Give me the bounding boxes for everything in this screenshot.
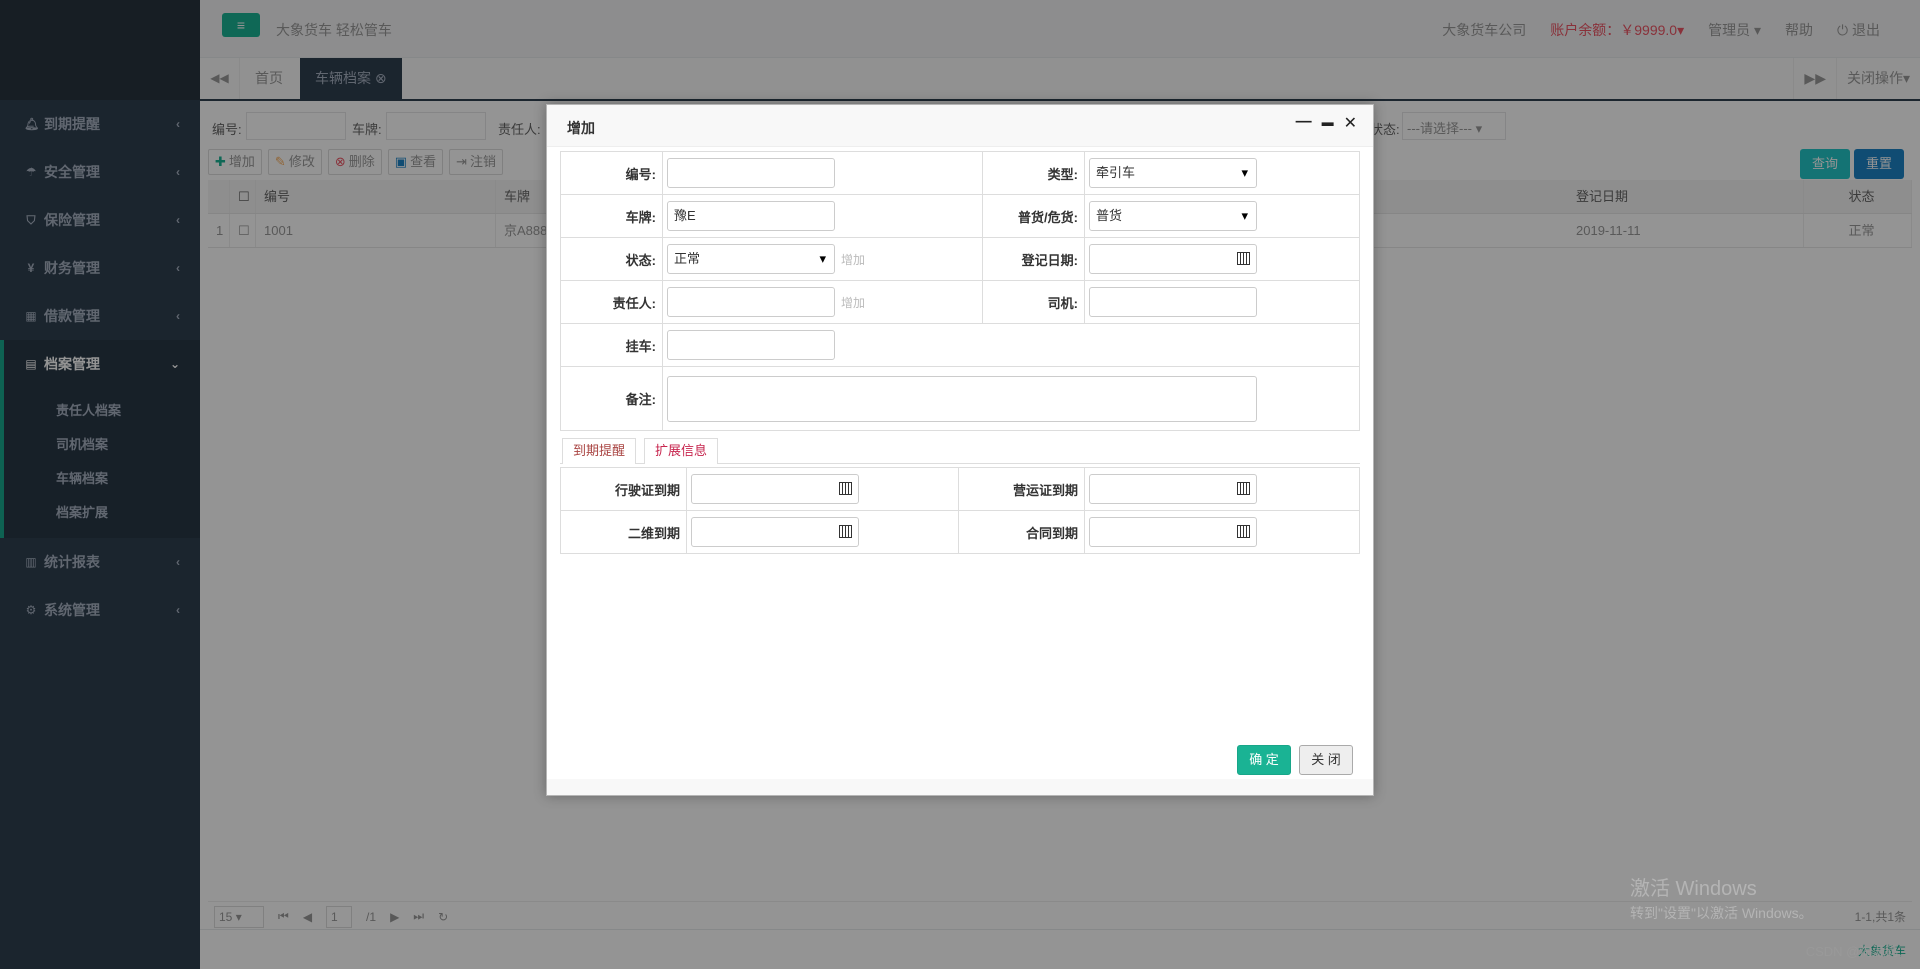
cargo-select-value: 普货 bbox=[1096, 208, 1123, 223]
dialog-title: 增加 bbox=[567, 120, 595, 136]
expiry-form: 行驶证到期 营运证到期 二维到期 合同到期 bbox=[560, 467, 1360, 554]
type-select-value: 牵引车 bbox=[1096, 165, 1136, 180]
dialog-controls: — ▬ ✕ bbox=[1296, 113, 1357, 133]
reg-date-field[interactable] bbox=[1089, 244, 1257, 274]
driver-label: 司机: bbox=[982, 280, 1085, 324]
owner-field[interactable] bbox=[667, 287, 835, 317]
operation-expiry-label: 营运证到期 bbox=[958, 467, 1085, 511]
windows-activation-watermark: 激活 Windows 转到"设置"以激活 Windows。 bbox=[1630, 872, 1813, 923]
contract-expiry-field[interactable] bbox=[1089, 517, 1257, 547]
minimize-icon[interactable]: — bbox=[1296, 113, 1312, 133]
dialog-tabs: 到期提醒 扩展信息 bbox=[560, 436, 1360, 464]
close-icon[interactable]: ✕ bbox=[1344, 113, 1357, 133]
watermark-line2: 转到"设置"以激活 Windows。 bbox=[1630, 905, 1813, 921]
cargo-select[interactable]: 普货 bbox=[1089, 201, 1257, 231]
status-select-value: 正常 bbox=[674, 251, 701, 266]
calendar-icon[interactable] bbox=[839, 525, 852, 538]
close-button[interactable]: 关 闭 bbox=[1299, 745, 1353, 775]
add-status-link[interactable]: 增加 bbox=[841, 253, 865, 267]
calendar-icon[interactable] bbox=[839, 482, 852, 495]
license-expiry-label: 行驶证到期 bbox=[560, 467, 687, 511]
status-select[interactable]: 正常 bbox=[667, 244, 835, 274]
driver-field[interactable] bbox=[1089, 287, 1257, 317]
dialog-titlebar[interactable]: 增加 — ▬ ✕ bbox=[547, 105, 1373, 147]
type-select[interactable]: 牵引车 bbox=[1089, 158, 1257, 188]
operation-expiry-field[interactable] bbox=[1089, 474, 1257, 504]
add-owner-link[interactable]: 增加 bbox=[841, 296, 865, 310]
status-label: 状态: bbox=[560, 237, 663, 281]
contract-expiry-label: 合同到期 bbox=[958, 510, 1085, 554]
maximize-icon[interactable]: ▬ bbox=[1322, 113, 1334, 133]
add-vehicle-dialog: 增加 — ▬ ✕ 编号: 类型: 牵引车 车牌: 豫E 普货/危货: 普货 状态… bbox=[546, 104, 1374, 796]
trailer-label: 挂车: bbox=[560, 323, 663, 367]
secondary-expiry-label: 二维到期 bbox=[560, 510, 687, 554]
secondary-expiry-field[interactable] bbox=[691, 517, 859, 547]
id-field[interactable] bbox=[667, 158, 835, 188]
type-label: 类型: bbox=[982, 151, 1085, 195]
watermark-line1: 激活 Windows bbox=[1630, 878, 1757, 900]
cargo-label: 普货/危货: bbox=[982, 194, 1085, 238]
calendar-icon[interactable] bbox=[1237, 525, 1250, 538]
owner-label: 责任人: bbox=[560, 280, 663, 324]
csdn-watermark: CSDN @淘源码. bbox=[1805, 944, 1902, 959]
confirm-button[interactable]: 确 定 bbox=[1237, 745, 1291, 775]
calendar-icon[interactable] bbox=[1237, 252, 1250, 265]
remark-textarea[interactable] bbox=[667, 375, 1257, 422]
license-expiry-field[interactable] bbox=[691, 474, 859, 504]
remark-label: 备注: bbox=[560, 366, 663, 431]
id-label: 编号: bbox=[560, 151, 663, 195]
reg-date-label: 登记日期: bbox=[982, 237, 1085, 281]
trailer-field[interactable] bbox=[667, 330, 835, 360]
plate-label: 车牌: bbox=[560, 194, 663, 238]
plate-field[interactable]: 豫E bbox=[667, 201, 835, 231]
calendar-icon[interactable] bbox=[1237, 482, 1250, 495]
vehicle-form: 编号: 类型: 牵引车 车牌: 豫E 普货/危货: 普货 状态: 正常增加 登记… bbox=[560, 151, 1360, 431]
tab-expiry-reminder[interactable]: 到期提醒 bbox=[562, 438, 637, 464]
dialog-footer-strip bbox=[547, 779, 1373, 795]
tab-extended-info[interactable]: 扩展信息 bbox=[644, 438, 719, 464]
plate-field-value: 豫E bbox=[674, 208, 696, 223]
